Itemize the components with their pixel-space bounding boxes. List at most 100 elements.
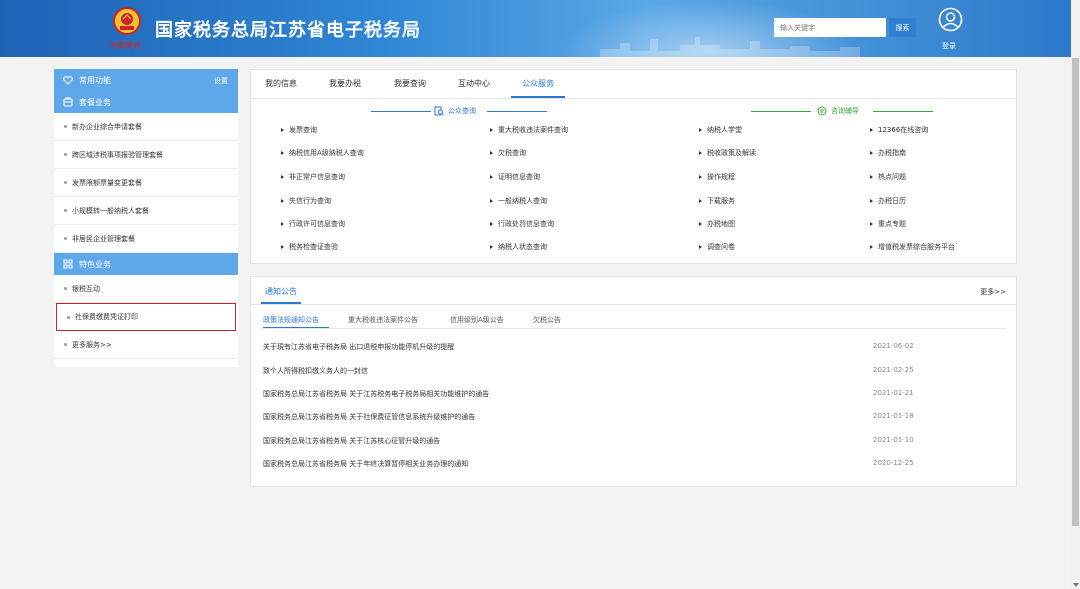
notice-text: 国家税务总局江苏省税务局 关于年终决算暂停相关业务办理的通知	[263, 460, 469, 468]
sidebar-item-more-services[interactable]: 更多服务>>	[54, 331, 238, 359]
link-vat-invoice-platform[interactable]: 增值税发票综合服务平台	[870, 242, 955, 252]
heart-icon	[63, 76, 73, 85]
tab-query[interactable]: 我要查询	[394, 78, 426, 89]
page-scrollbar[interactable]	[1071, 0, 1080, 589]
link-invoice-query[interactable]: 发票查询	[281, 125, 317, 135]
sidebar-item-label: 发票限额票量变更套餐	[72, 178, 142, 187]
scrollbar-thumb[interactable]	[1072, 58, 1079, 526]
link-key-topics[interactable]: 重点专题	[870, 219, 906, 229]
notice-text: 国家税务总局江苏省税务局 关于江苏核心征管升级的通告	[263, 437, 441, 445]
notice-row[interactable]: 致个人所得税扣缴义务人的一封信 2021-02-25	[263, 366, 1011, 376]
sidebar-item-bank-tax[interactable]: 银税互动	[54, 275, 238, 303]
divider	[487, 111, 547, 112]
consult-icon	[817, 106, 827, 116]
settings-link[interactable]: 设置	[214, 76, 228, 86]
link-inspection-cert[interactable]: 税务检查证查验	[281, 242, 338, 252]
notice-date: 2021-01-10	[873, 436, 914, 444]
notice-panel: 通知公告 更多>> 政策法规通知公告 重大税收违法案件公告 信用级别A级公告 欠…	[250, 276, 1017, 487]
notice-row[interactable]: 关于現有江苏省电子税务局 出口退税申报功能停机升级的提醒 2021-06-02	[263, 342, 1011, 352]
tab-my-info[interactable]: 我的信息	[265, 78, 297, 89]
tab-interaction[interactable]: 互动中心	[458, 78, 490, 89]
divider	[873, 111, 933, 112]
tab-public-service[interactable]: 公众服务	[522, 78, 554, 89]
sidebar-featured-header[interactable]: 特色业务	[54, 253, 238, 275]
link-tax-guide[interactable]: 办税指南	[870, 148, 906, 158]
link-hot-questions[interactable]: 热点问题	[870, 172, 906, 182]
link-abnormal-query[interactable]: 非正常户信息查询	[281, 172, 345, 182]
subtab-policy[interactable]: 政策法规通知公告	[263, 315, 319, 325]
grid-icon	[63, 259, 73, 269]
triangle-icon	[870, 245, 873, 249]
triangle-icon	[699, 222, 702, 226]
sidebar-common-header[interactable]: 常用功能 设置	[54, 69, 238, 91]
scroll-down-arrow-icon[interactable]	[1073, 583, 1079, 587]
notice-row[interactable]: 国家税务总局江苏省税务局 关于江苏核心征管升级的通告 2021-01-10	[263, 436, 1011, 446]
link-survey[interactable]: 调查问卷	[699, 242, 735, 252]
triangle-icon	[281, 128, 284, 132]
notice-row[interactable]: 国家税务总局江苏省税务局 关于年终决算暂停相关业务办理的通知 2020-12-25	[263, 459, 1011, 469]
notice-title[interactable]: 通知公告	[265, 286, 297, 297]
link-general-taxpayer-query[interactable]: 一般纳税人查询	[490, 196, 547, 206]
site-title[interactable]: 国家税务总局江苏省电子税务局	[155, 16, 421, 42]
user-avatar-icon[interactable]	[938, 7, 963, 32]
link-license-query[interactable]: 行政许可信息查询	[281, 219, 345, 229]
notice-row[interactable]: 国家税务总局江苏省税务局 关于江苏税务电子税务局相关功能维护的通告 2021-01…	[263, 389, 1011, 399]
package-icon	[63, 97, 73, 107]
notice-date: 2021-01-18	[873, 412, 914, 420]
sidebar-item-cross-region[interactable]: 跨区域涉税事项报验管理套餐	[54, 141, 238, 169]
search-button[interactable]: 搜索	[889, 18, 916, 37]
link-tax-calendar[interactable]: 办税日历	[870, 196, 906, 206]
site-header: 中国税务 国家税务总局江苏省电子税务局 搜索 登录	[0, 0, 1080, 57]
link-tax-map[interactable]: 办税地图	[699, 219, 735, 229]
services-panel: 我的信息 我要办税 我要查询 互动中心 公众服务 公众查询 咨询辅导 发票查询 …	[250, 69, 1017, 264]
link-credit-a-query[interactable]: 纳税信用A级纳税人查询	[281, 148, 364, 158]
notice-text: 国家税务总局江苏省税务局 关于社保费征管信息系统升级维护的通告	[263, 413, 476, 421]
subtab-arrears[interactable]: 欠税公告	[533, 315, 561, 325]
sidebar-item-social-security-print[interactable]: 社保费缴费凭证打印	[56, 303, 236, 331]
triangle-icon	[870, 151, 873, 155]
notice-header: 通知公告 更多>>	[251, 277, 1016, 305]
sidebar-item-invoice-limit[interactable]: 发票限额票量变更套餐	[54, 169, 238, 197]
sidebar-item-label: 社保费缴费凭证打印	[75, 313, 138, 321]
sidebar-item-small-to-general[interactable]: 小规模转一般纳税人套餐	[54, 197, 238, 225]
link-taxpayer-school[interactable]: 纳税人学堂	[699, 125, 742, 135]
sidebar-item-non-resident[interactable]: 非居民企业管理套餐	[54, 225, 238, 253]
link-download-service[interactable]: 下载服务	[699, 196, 735, 206]
search-input[interactable]	[774, 18, 886, 37]
triangle-icon	[281, 199, 284, 203]
link-proof-query[interactable]: 证明信息查询	[490, 172, 540, 182]
triangle-icon	[870, 222, 873, 226]
triangle-icon	[699, 245, 702, 249]
link-dishonesty-query[interactable]: 失信行为查询	[281, 196, 331, 206]
divider	[371, 111, 431, 112]
link-tax-policy[interactable]: 税收政策及解读	[699, 148, 756, 158]
sidebar-item-label: 非居民企业管理套餐	[72, 234, 135, 243]
triangle-icon	[699, 199, 702, 203]
link-taxpayer-status-query[interactable]: 纳税人状态查询	[490, 242, 547, 252]
link-penalty-query[interactable]: 行政处罚信息查询	[490, 219, 554, 229]
tab-do-tax[interactable]: 我要办税	[329, 78, 361, 89]
notice-date: 2021-06-02	[873, 342, 914, 350]
consult-title: 咨询辅导	[817, 106, 859, 116]
sidebar-package-header[interactable]: 套餐业务	[54, 91, 238, 113]
link-arrears-query[interactable]: 欠税查询	[490, 148, 526, 158]
consult-label: 咨询辅导	[831, 107, 859, 115]
subtab-credit-a[interactable]: 信用级别A级公告	[450, 315, 504, 325]
sidebar-item-new-enterprise[interactable]: 新办企业综合申请套餐	[54, 113, 238, 141]
link-operation-rules[interactable]: 操作规程	[699, 172, 735, 182]
bullet-icon	[67, 315, 70, 319]
more-notices-link[interactable]: 更多>>	[980, 287, 1006, 297]
notice-text: 致个人所得税扣缴义务人的一封信	[263, 367, 368, 375]
notice-row[interactable]: 国家税务总局江苏省税务局 关于社保费征管信息系统升级维护的通告 2021-01-1…	[263, 412, 1011, 422]
subtab-major-violation[interactable]: 重大税收违法案件公告	[348, 315, 418, 325]
sidebar-item-label: 更多服务>>	[72, 340, 112, 349]
tax-emblem-icon	[113, 7, 141, 35]
notice-date: 2021-01-21	[873, 389, 914, 397]
link-violation-query[interactable]: 重大税收违法案件查询	[490, 125, 568, 135]
bullet-icon	[64, 343, 67, 346]
triangle-icon	[490, 199, 493, 203]
sidebar-featured-label: 特色业务	[79, 259, 111, 269]
triangle-icon	[281, 151, 284, 155]
link-12366-consult[interactable]: 12366在线咨询	[870, 125, 928, 135]
login-link[interactable]: 登录	[942, 41, 956, 51]
